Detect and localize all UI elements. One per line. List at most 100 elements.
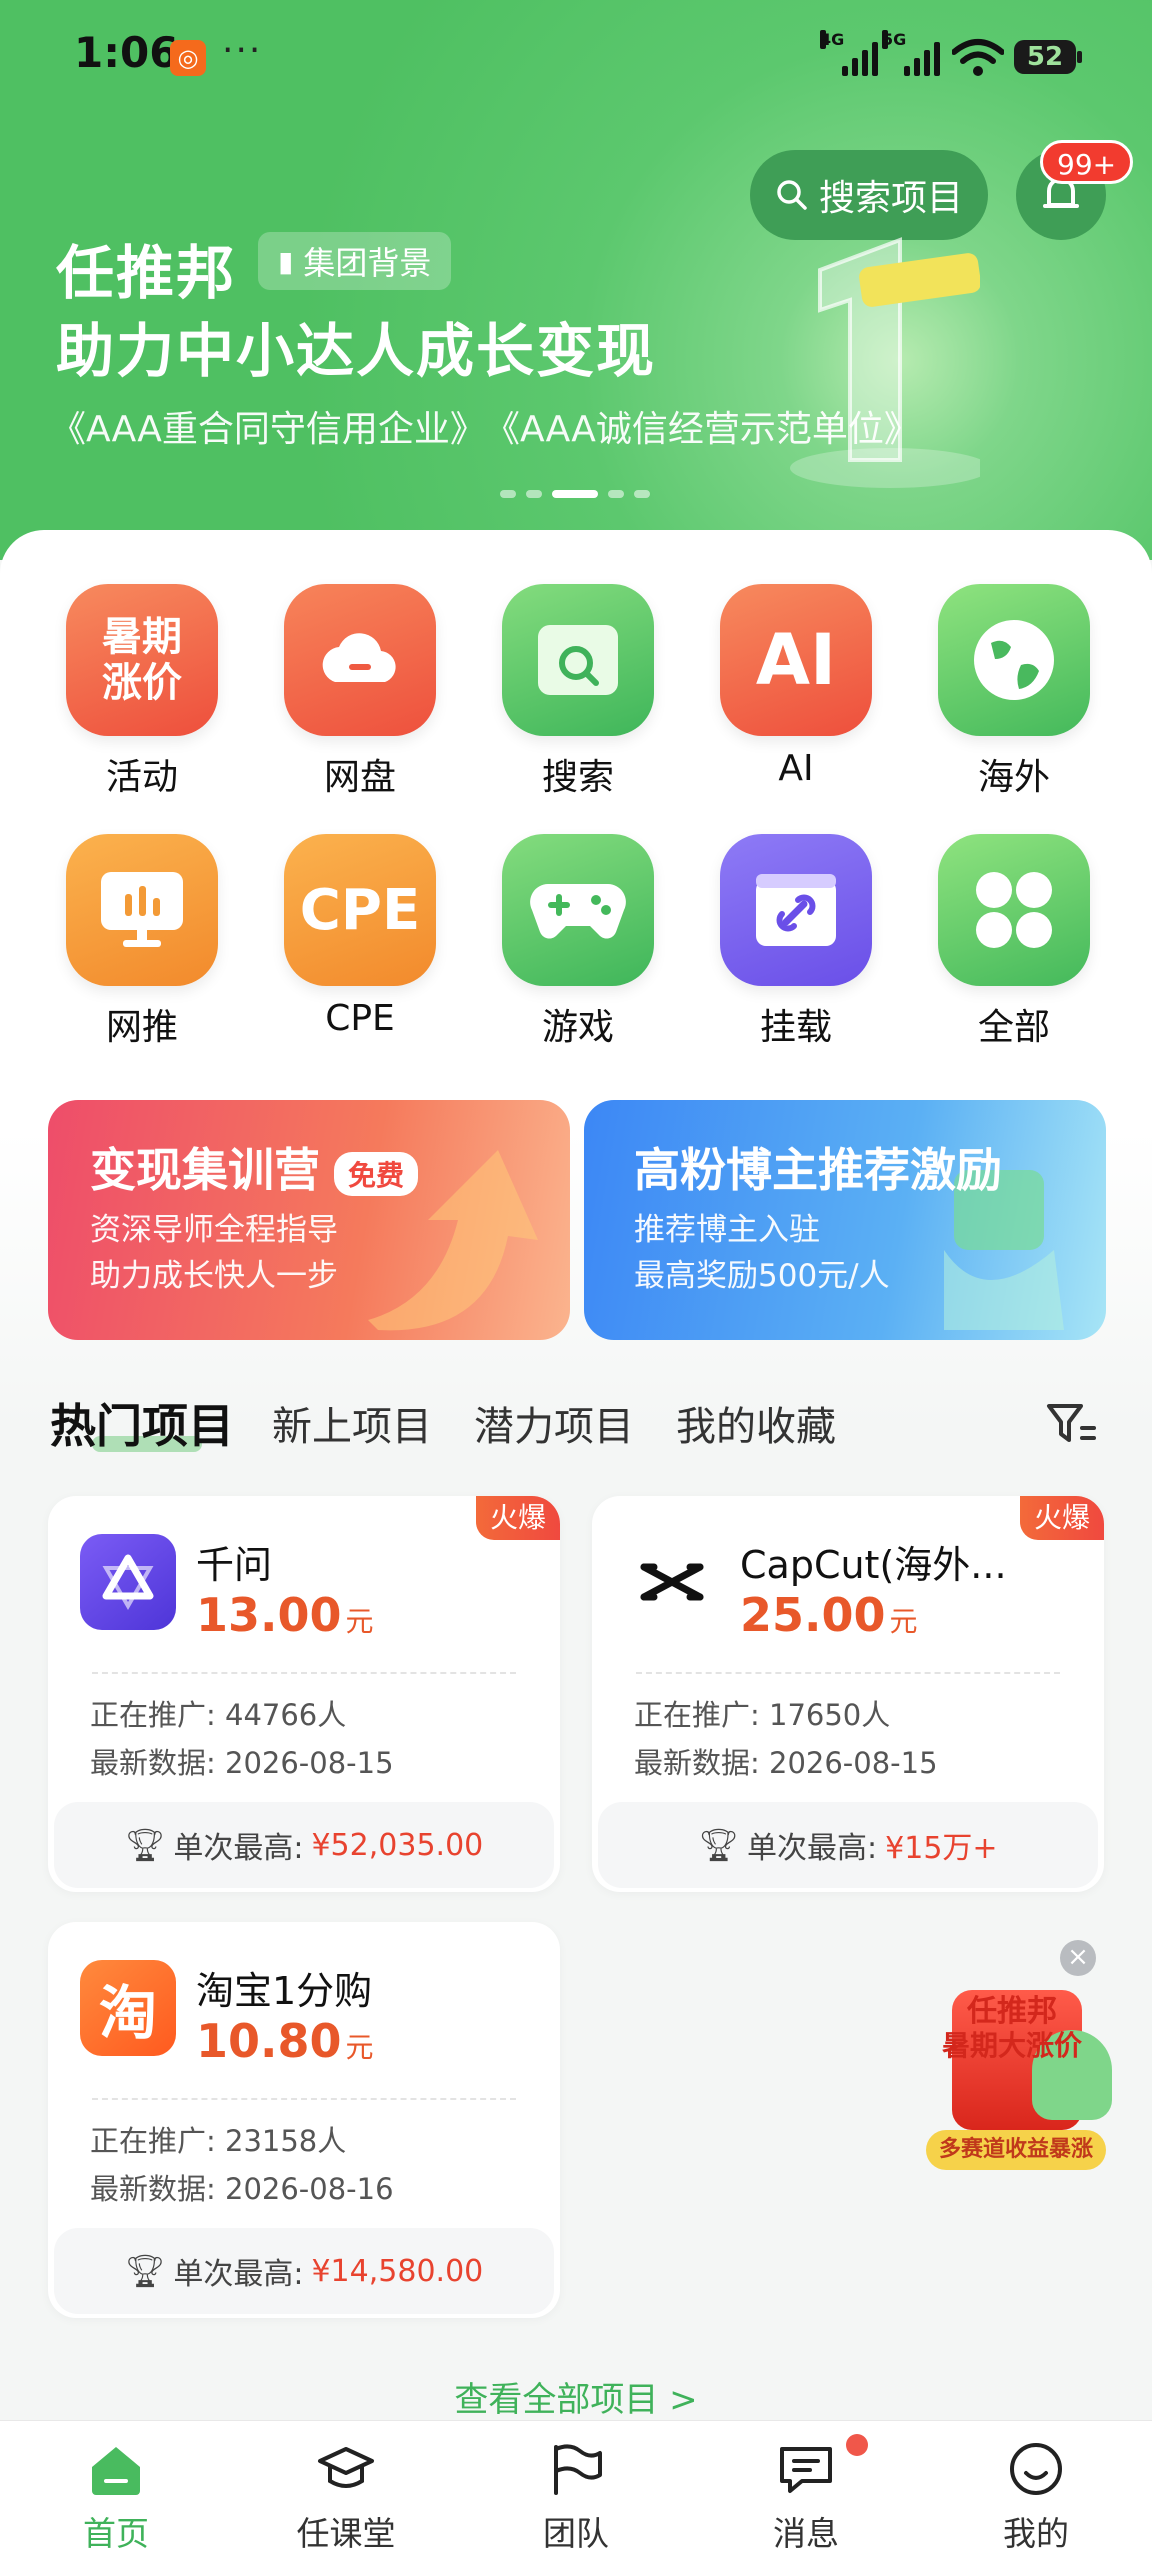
single-max-label: 单次最高: [747,1831,878,1866]
search-icon [777,180,807,210]
floater-tagline: 多赛道收益暴涨 [926,2130,1106,2170]
grid-item-label: 全部 [977,1007,1050,1048]
promo-line-1: 推荐博主入驻 [634,1212,820,1248]
grid-item-ai[interactable]: AI AI [716,584,876,789]
divider [92,1672,516,1674]
grid-item-search[interactable]: 搜索 [498,584,658,800]
single-max-label: 单次最高: [173,1831,304,1866]
single-max-row: 🏆︎ 单次最高: ¥15万+ [598,1802,1098,1888]
flag-icon [554,2444,602,2495]
project-card-taobao[interactable]: 淘 淘宝1分购 10.80 元 正在推广: 23158人 最新数据: 2026-0… [48,1922,560,2318]
grid-item-label: 海外 [977,757,1050,798]
latest-data-date: 最新数据: 2026-08-15 [90,1746,394,1780]
grid-item-cpe[interactable]: CPE CPE [280,834,440,1039]
building-icon: ▮ [278,244,294,278]
message-icon [780,2447,832,2493]
floater-subtitle: 暑期大涨价 [941,2029,1082,2062]
promo-training-camp[interactable]: 变现集训营 免费 资深导师全程指导 助力成长快人一步 [48,1100,570,1340]
grid-item-webpush[interactable]: 网推 [62,834,222,1050]
project-tabs: 热门项目 新上项目 潜力项目 我的收藏 [50,1390,1110,1460]
divider [92,2098,516,2100]
monitor-chart-icon [66,834,218,986]
summer-price-icon: 暑期涨价 [66,584,218,736]
tab-hot[interactable]: 热门项目 [50,1390,234,1456]
capcut-logo-icon [624,1534,720,1630]
search-projects-button[interactable]: 搜索项目 [750,150,988,240]
grid-item-label: 网推 [105,1007,178,1048]
grid-item-netdisk[interactable]: 网盘 [280,584,440,800]
nav-label: 消息 [773,2514,839,2553]
wifi-icon [952,39,1004,76]
promo-line-2: 助力成长快人一步 [90,1258,338,1294]
tab-potential[interactable]: 潜力项目 [474,1394,634,1452]
nav-mine[interactable]: 我的 [936,2421,1136,2560]
app-notification-icon: ◎ [170,40,206,76]
promo-line-1: 资深导师全程指导 [90,1212,338,1248]
promo-title: 高粉博主推荐激励 [634,1143,1002,1197]
brand-title: 任推邦 [56,239,237,307]
honor-1: 《AAA重合同守信用企业》 [50,409,486,450]
signal-5g-icon: 5G [882,30,940,76]
hot-badge: 火爆 [1019,1496,1104,1540]
grid-item-label: 游戏 [541,1007,614,1048]
qianwen-logo-icon [80,1534,176,1630]
graduation-cap-icon [318,2447,374,2488]
promoting-count: 正在推广: 44766人 [90,1698,347,1732]
grid-item-activity[interactable]: 暑期涨价 活动 [62,584,222,800]
home-icon [92,2447,140,2495]
grid-item-label: CPE [325,998,395,1039]
grid-item-all[interactable]: 全部 [934,834,1094,1050]
nav-label: 我的 [1003,2514,1069,2553]
group-background-tag[interactable]: ▮ 集团背景 [258,232,452,290]
project-card-qianwen[interactable]: 火爆 千问 13.00 元 正在推广: 44766人 最新数据: 2026-08-… [48,1496,560,1892]
anniversary-1-illustration [790,237,980,488]
nav-home[interactable]: 首页 [16,2421,216,2560]
cpe-icon: CPE [284,834,436,986]
project-name: 淘宝1分购 [196,1969,373,2013]
project-name: CapCut(海外... [740,1543,1007,1587]
promoting-count: 正在推广: 17650人 [634,1698,891,1732]
link-clip-icon [720,834,872,986]
status-time: 1:06 [74,28,179,77]
single-max-label: 单次最高: [173,2257,304,2292]
carousel-indicator [500,490,650,498]
banner-slogan: 助力中小达人成长变现 [56,317,657,385]
filter-icon[interactable] [1046,1402,1096,1448]
grid-item-label: 搜索 [541,757,614,798]
group-tag-label: 集团背景 [303,244,432,282]
latest-data-date: 最新数据: 2026-08-15 [634,1746,938,1780]
search-label: 搜索项目 [818,178,963,219]
grid-item-overseas[interactable]: 海外 [934,584,1094,800]
notification-badge: 99+ [1040,140,1134,184]
grid-item-games[interactable]: 游戏 [498,834,658,1050]
promo-title: 变现集训营 免费 [90,1134,419,1200]
nav-classroom[interactable]: 任课堂 [246,2421,446,2560]
gamepad-icon [502,834,654,986]
nav-messages[interactable]: 消息 [706,2421,906,2560]
all-apps-icon [938,834,1090,986]
single-max-value: ¥15万+ [885,1831,998,1866]
trophy-icon: 🏆︎ [124,2252,166,2290]
project-price: 13.00 元 [196,1588,374,1642]
single-max-row: 🏆︎ 单次最高: ¥52,035.00 [54,1802,554,1888]
globe-icon [938,584,1090,736]
smile-profile-icon [1010,2443,1062,2495]
nav-team[interactable]: 团队 [476,2421,676,2560]
grid-item-label: AI [778,748,814,789]
view-all-projects-link[interactable]: 查看全部项目 > [0,2372,1152,2421]
divider [636,1672,1060,1674]
project-price: 25.00 元 [740,1588,918,1642]
hot-badge: 火爆 [475,1496,560,1540]
close-floater-button[interactable]: × [1060,1940,1096,1976]
single-max-value: ¥14,580.00 [311,2253,484,2289]
single-max-value: ¥52,035.00 [311,1827,484,1863]
tab-new[interactable]: 新上项目 [272,1394,432,1452]
search-app-icon [502,584,654,736]
grid-item-mount[interactable]: 挂载 [716,834,876,1050]
project-card-capcut[interactable]: 火爆 CapCut(海外... 25.00 元 正在推广: 17650人 最新数据… [592,1496,1104,1892]
tab-favorites[interactable]: 我的收藏 [676,1394,836,1452]
grid-item-label: 挂载 [759,1007,832,1048]
promo-blogger-reward[interactable]: 高粉博主推荐激励 推荐博主入驻 最高奖励500元/人 [584,1100,1106,1340]
trophy-icon: 🏆︎ [698,1826,740,1864]
grid-item-label: 网盘 [323,757,396,798]
